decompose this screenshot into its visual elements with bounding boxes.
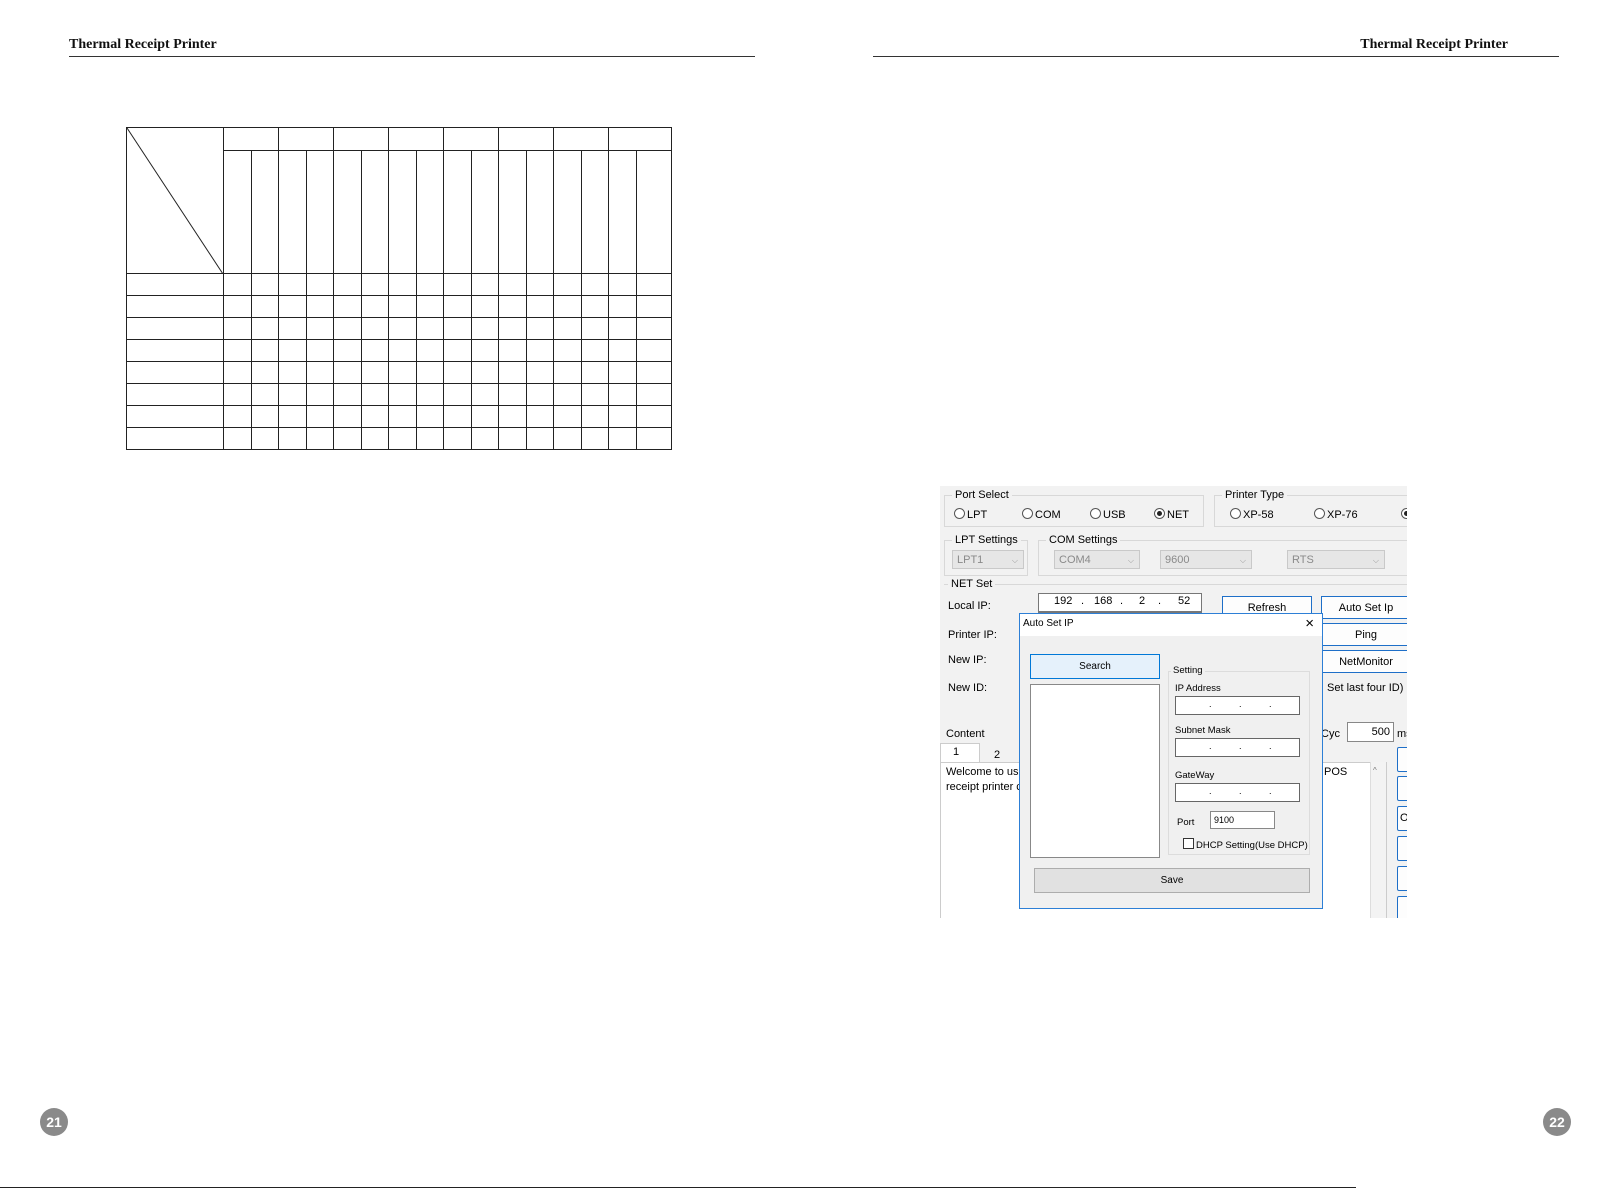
lpt-port-select[interactable]: LPT1 ⌵: [952, 550, 1024, 569]
ip-address-label: IP Address: [1175, 683, 1221, 694]
save-button[interactable]: Save: [1034, 868, 1310, 893]
set-last-four-id-label: Set last four ID): [1327, 682, 1404, 694]
side-button-open[interactable]: Op: [1397, 806, 1407, 831]
setting-label: Setting: [1171, 665, 1205, 676]
checkbox-icon[interactable]: [1183, 838, 1194, 849]
cyc-input[interactable]: 500: [1347, 722, 1394, 742]
radio-xp76[interactable]: XP-76: [1314, 508, 1358, 521]
new-ip-label: New IP:: [948, 654, 987, 666]
new-id-label: New ID:: [948, 682, 988, 694]
radio-printer-type-3[interactable]: [1401, 508, 1407, 521]
local-ip-field[interactable]: 192 . 168 . 2 . 52: [1038, 593, 1202, 613]
subnet-mask-label: Subnet Mask: [1175, 725, 1231, 736]
blank-grid-table: [126, 127, 672, 450]
header-group-cell: [388, 127, 444, 151]
net-set-label: NET Set: [948, 578, 996, 590]
local-ip-label: Local IP:: [948, 600, 991, 612]
flow-control-select[interactable]: RTS ⌵: [1287, 550, 1385, 569]
header-group-cell: [498, 127, 554, 151]
header-title-left: Thermal Receipt Printer: [69, 37, 217, 52]
page-number-right: 22: [1543, 1108, 1571, 1136]
auto-set-ip-dialog: Auto Set IP × Search Setting IP Address …: [1019, 613, 1323, 909]
header-group-cell: [608, 127, 672, 151]
subnet-mask-field[interactable]: ...: [1175, 738, 1300, 757]
diagonal-corner-cell: [126, 127, 224, 274]
port-label: Port: [1177, 817, 1195, 828]
radio-net[interactable]: NET: [1154, 508, 1189, 521]
com-port-select[interactable]: COM4 ⌵: [1054, 550, 1140, 569]
dialog-title: Auto Set IP: [1023, 618, 1074, 629]
close-icon[interactable]: ×: [1305, 615, 1314, 632]
page-number-left: 21: [40, 1108, 68, 1136]
search-button[interactable]: Search: [1030, 654, 1160, 679]
port-input[interactable]: 9100: [1210, 811, 1275, 829]
auto-set-ip-button[interactable]: Auto Set Ip: [1321, 596, 1407, 619]
printer-type-label: Printer Type: [1222, 489, 1288, 501]
diagonal-line: [127, 128, 223, 274]
lpt-settings-label: LPT Settings: [952, 534, 1021, 546]
content-label: Content: [946, 728, 985, 740]
chevron-down-icon: ⌵: [1011, 556, 1018, 565]
scroll-up-arrow-icon[interactable]: ^: [1373, 766, 1377, 775]
content-tab-1[interactable]: 1: [940, 743, 980, 762]
header-title-right: Thermal Receipt Printer: [1360, 37, 1508, 52]
header-group-cell: [223, 127, 279, 151]
side-button-1[interactable]: [1397, 747, 1407, 772]
side-button-4[interactable]: [1397, 836, 1407, 861]
port-select-label: Port Select: [952, 489, 1012, 501]
bottom-rule: [0, 1187, 1356, 1188]
header-group-cell: [443, 127, 499, 151]
baud-rate-select[interactable]: 9600 ⌵: [1160, 550, 1252, 569]
gateway-label: GateWay: [1175, 770, 1215, 781]
side-button-5[interactable]: [1397, 866, 1407, 891]
header-group-cell: [333, 127, 389, 151]
cyc-unit: ms: [1397, 728, 1407, 740]
ping-button[interactable]: Ping: [1321, 623, 1407, 646]
printer-tool-screenshot: Port Select LPT COM USB NET Printer Type…: [940, 486, 1407, 918]
header-rule-right: [873, 56, 1559, 57]
chevron-down-icon: ⌵: [1239, 556, 1246, 565]
content-pos-text: POS: [1324, 766, 1348, 778]
content-tab-2[interactable]: 2: [994, 749, 1000, 761]
gateway-field[interactable]: ...: [1175, 783, 1300, 802]
netmonitor-button[interactable]: NetMonitor: [1321, 650, 1407, 673]
side-button-6[interactable]: [1397, 896, 1407, 918]
device-list[interactable]: [1030, 684, 1160, 858]
side-button-2[interactable]: [1397, 776, 1407, 801]
cyc-label: Cyc: [1321, 728, 1340, 740]
printer-ip-label: Printer IP:: [948, 629, 997, 641]
ip-address-field[interactable]: ...: [1175, 696, 1300, 715]
header-group-cell: [278, 127, 334, 151]
chevron-down-icon: ⌵: [1372, 556, 1379, 565]
header-rule-left: [69, 56, 755, 57]
radio-com[interactable]: COM: [1022, 508, 1061, 521]
radio-xp58[interactable]: XP-58: [1230, 508, 1274, 521]
dhcp-checkbox[interactable]: DHCP Setting(Use DHCP): [1183, 838, 1308, 851]
chevron-down-icon: ⌵: [1127, 556, 1134, 565]
com-settings-label: COM Settings: [1046, 534, 1121, 546]
radio-lpt[interactable]: LPT: [954, 508, 987, 521]
content-text-line1: Welcome to use: [946, 766, 1025, 778]
content-scrollbar[interactable]: [1370, 762, 1386, 918]
content-text-line2: receipt printer co: [946, 781, 1028, 793]
radio-usb[interactable]: USB: [1090, 508, 1126, 521]
header-group-cell: [553, 127, 609, 151]
